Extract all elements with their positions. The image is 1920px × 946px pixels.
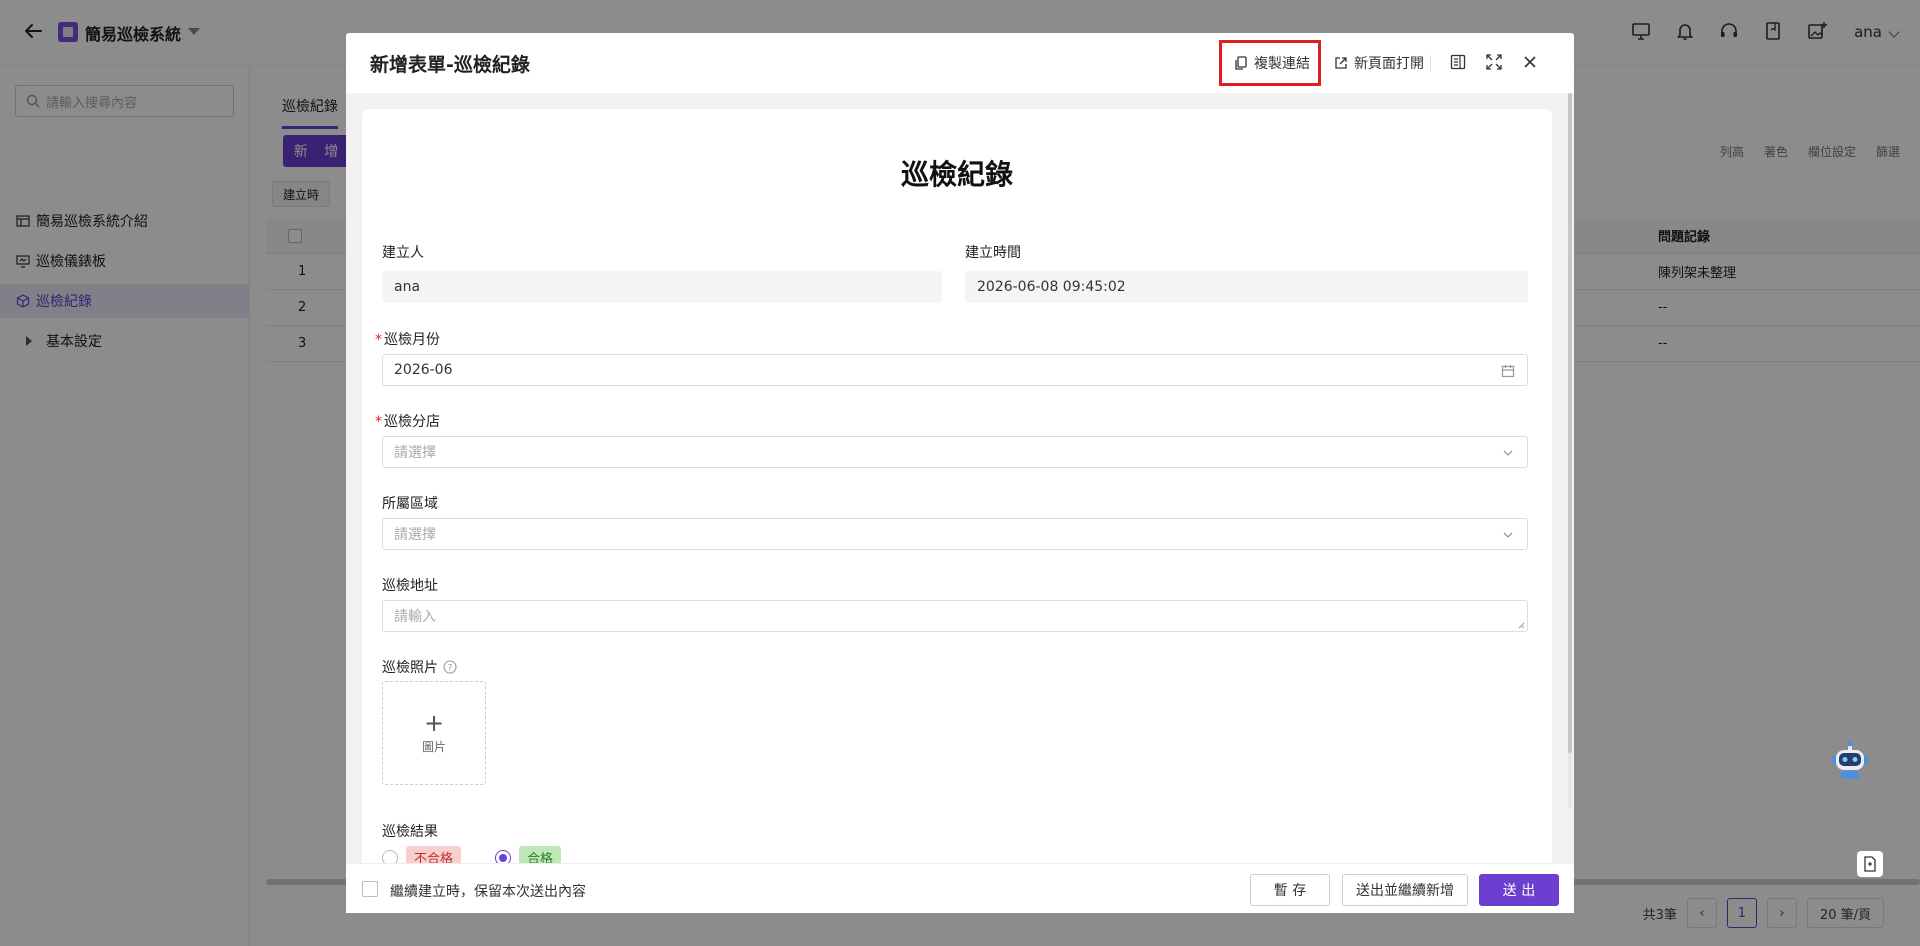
submit-button[interactable]: 送 出	[1479, 874, 1559, 906]
copy-icon	[1235, 55, 1247, 70]
form-container: 巡檢紀錄 建立人 ana 建立時間 2026-06-08 09:45:02 * 巡…	[362, 109, 1552, 869]
save-draft-button[interactable]: 暫 存	[1250, 874, 1330, 906]
external-link-icon	[1335, 57, 1347, 69]
region-select[interactable]: 請選擇	[382, 518, 1528, 550]
modal-scrollbar[interactable]	[1568, 93, 1572, 809]
month-picker[interactable]: 2026-06	[382, 354, 1528, 386]
branch-label: * 巡檢分店	[375, 414, 440, 430]
month-value: 2026-06	[394, 362, 453, 378]
created-time-field: 2026-06-08 09:45:02	[965, 271, 1528, 303]
photo-upload-label: 圖片	[421, 739, 446, 754]
plus-icon: +	[423, 708, 445, 737]
month-label: * 巡檢月份	[375, 332, 440, 348]
document-float-button[interactable]	[1857, 851, 1883, 877]
close-icon[interactable]	[1523, 55, 1537, 69]
photo-upload[interactable]: + 圖片	[382, 681, 486, 785]
region-label: 所屬區域	[382, 496, 438, 512]
open-new-page-button[interactable]: 新頁面打開	[1334, 53, 1424, 73]
keep-content-label[interactable]: 繼續建立時，保留本次送出內容	[390, 881, 586, 901]
open-new-page-label: 新頁面打開	[1354, 56, 1424, 72]
address-label: 巡檢地址	[382, 578, 438, 594]
photo-label: 巡檢照片 ?	[382, 657, 457, 677]
branch-select[interactable]: 請選擇	[382, 436, 1528, 468]
calendar-icon	[1501, 365, 1515, 378]
created-time-label: 建立時間	[965, 245, 1021, 261]
region-placeholder: 請選擇	[394, 527, 436, 543]
document-icon	[1864, 856, 1876, 872]
submit-continue-button[interactable]: 送出並繼續新增	[1342, 874, 1468, 906]
creator-field: ana	[382, 271, 942, 303]
address-placeholder: 請輸入	[394, 609, 436, 625]
side-panel-icon[interactable]	[1450, 54, 1466, 70]
creator-label: 建立人	[382, 245, 424, 261]
branch-placeholder: 請選擇	[394, 445, 436, 461]
address-textarea[interactable]: 請輸入	[382, 600, 1528, 632]
assistant-robot-icon[interactable]	[1828, 740, 1872, 784]
header-divider	[1430, 55, 1431, 71]
fullscreen-icon[interactable]	[1486, 54, 1502, 70]
modal-title: 新增表單-巡檢紀錄	[370, 54, 530, 76]
new-record-modal: 新增表單-巡檢紀錄 複製連結 新頁面打開 巡檢紀錄 建立人 ana 建立時間 2…	[346, 33, 1574, 913]
resize-handle-icon[interactable]	[1517, 621, 1525, 629]
modal-header: 新增表單-巡檢紀錄 複製連結 新頁面打開	[346, 33, 1574, 93]
chevron-down-icon	[1503, 450, 1513, 456]
chevron-down-icon	[1503, 532, 1513, 538]
copy-link-button[interactable]: 複製連結	[1234, 53, 1310, 73]
modal-footer: 繼續建立時，保留本次送出內容 暫 存 送出並繼續新增 送 出	[346, 863, 1574, 913]
help-icon[interactable]: ?	[443, 660, 457, 674]
result-label: 巡檢結果	[382, 824, 438, 840]
keep-content-checkbox[interactable]	[362, 881, 378, 897]
copy-link-label: 複製連結	[1254, 56, 1310, 72]
form-title: 巡檢紀錄	[900, 158, 1013, 191]
svg-text:?: ?	[448, 664, 453, 674]
